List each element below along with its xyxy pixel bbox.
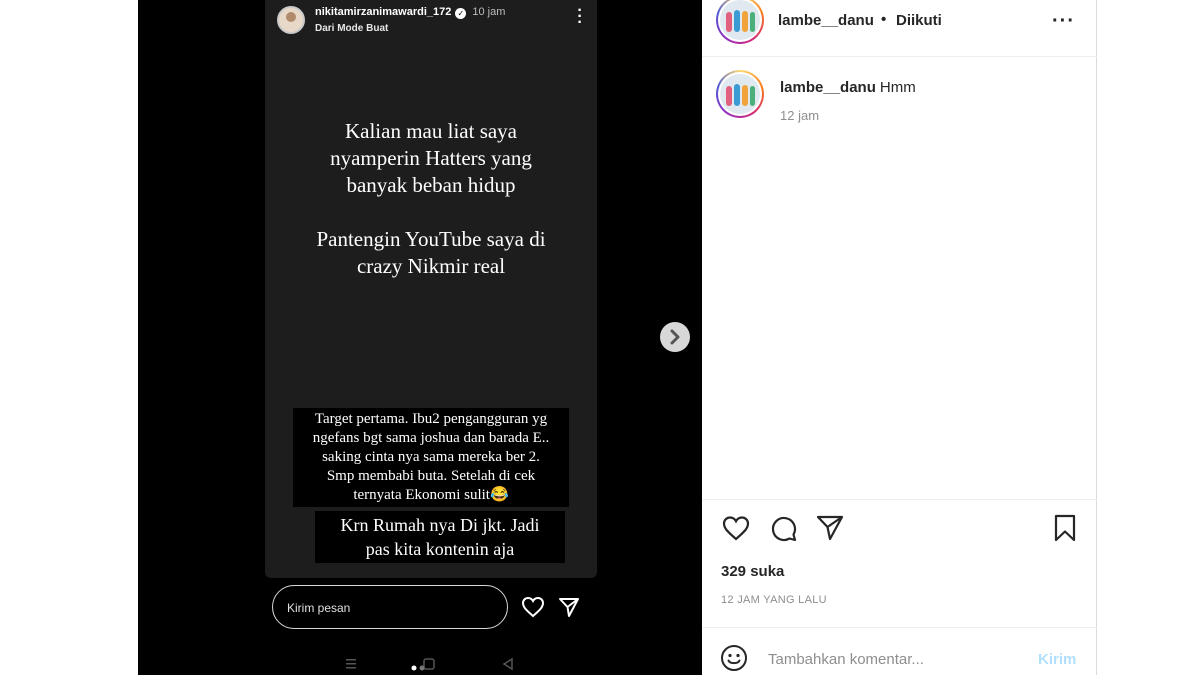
story-screenshot: nikitamirzanimawardi_172 ✓ 10 jam Dari Mod…: [265, 0, 597, 578]
story-text-1: Kalian mau liat saya nyamperin Hatters y…: [330, 119, 532, 197]
post-username[interactable]: lambe__danu: [778, 12, 874, 29]
heart-icon[interactable]: [721, 513, 751, 543]
story-header: nikitamirzanimawardi_172 ✓ 10 jam: [315, 6, 505, 19]
story-avatar: [277, 6, 305, 34]
chevron-right-icon: [670, 329, 680, 345]
more-vertical-icon: · · ·: [577, 2, 583, 31]
posted-time[interactable]: 12 JAM YANG LALU: [721, 594, 827, 606]
comment-icon[interactable]: [768, 513, 798, 543]
post-header: lambe__danu • Diikuti ···: [702, 0, 1097, 57]
story-main-text: Kalian mau liat saya nyamperin Hatters y…: [265, 118, 597, 307]
actions-divider: [702, 499, 1097, 500]
heart-icon: [521, 596, 545, 618]
comment-time[interactable]: 12 jam: [780, 108, 819, 123]
android-nav-bar: [346, 657, 513, 671]
post-media: nikitamirzanimawardi_172 ✓ 10 jam Dari Mod…: [138, 0, 702, 675]
story-caption-2: Krn Rumah nya Di jkt. Jadi pas kita kont…: [315, 511, 565, 563]
add-comment-input[interactable]: Tambahkan komentar...: [768, 651, 924, 668]
emoji-icon[interactable]: [720, 644, 748, 672]
story-message-input: Kirim pesan: [272, 585, 508, 629]
likes-count[interactable]: 329 suka: [721, 563, 784, 580]
avatar[interactable]: [716, 0, 764, 44]
instagram-post-view: nikitamirzanimawardi_172 ✓ 10 jam Dari Mod…: [0, 0, 1200, 675]
caption-comment: lambe__danu Hmm: [780, 79, 916, 96]
post-comment-button[interactable]: Kirim: [1038, 651, 1076, 668]
comment-text: Hmm: [879, 79, 916, 96]
bookmark-icon[interactable]: [1050, 513, 1080, 543]
story-username: nikitamirzanimawardi_172: [315, 6, 452, 18]
next-button[interactable]: [660, 322, 690, 352]
comment-username[interactable]: lambe__danu: [780, 79, 876, 96]
send-icon[interactable]: [815, 513, 845, 543]
verified-icon: ✓: [455, 8, 467, 19]
story-caption-1: Target pertama. Ibu2 pengangguran yg nge…: [293, 408, 569, 507]
comment-avatar[interactable]: [716, 70, 764, 118]
separator-dot: •: [881, 11, 887, 28]
story-text-2: Pantengin YouTube saya di crazy Nikmir r…: [316, 227, 546, 278]
story-time: 10 jam: [472, 6, 506, 18]
post-side-panel: lambe__danu • Diikuti ··· lambe__danu Hmm…: [702, 0, 1097, 675]
more-horizontal-icon[interactable]: ···: [1052, 10, 1075, 33]
add-comment-row: Tambahkan komentar... Kirim: [702, 627, 1097, 675]
send-icon: [559, 598, 579, 617]
follow-status-button[interactable]: Diikuti: [896, 12, 942, 29]
story-subtitle: Dari Mode Buat: [315, 23, 389, 34]
